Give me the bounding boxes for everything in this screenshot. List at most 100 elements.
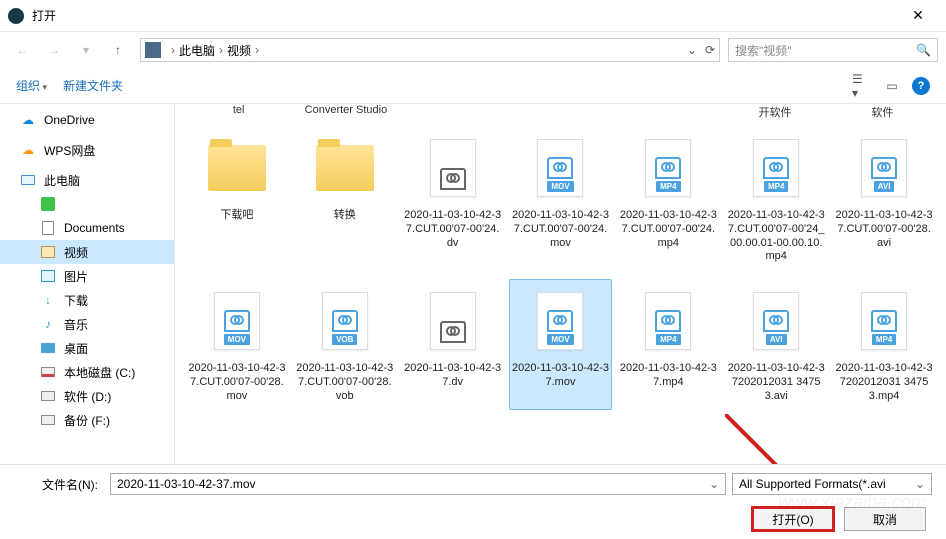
file-label: 下载吧	[220, 209, 253, 223]
sidebar-item-disk-f[interactable]: 备份 (F:)	[0, 408, 174, 432]
back-button[interactable]: ←	[8, 38, 36, 62]
recent-dropdown[interactable]: ▾	[72, 38, 100, 62]
file-item[interactable]: VOB 2020-11-03-10-42-37.CUT.00'07-00'28.v…	[293, 279, 397, 410]
file-item[interactable]: MOV2020-11-03-10-42-37.CUT.00'07-00'24.m…	[509, 126, 613, 271]
file-label: 2020-11-03-10-42-37.CUT.00'07-00'24.mp4	[619, 209, 717, 250]
cloud-icon: ☁	[20, 112, 36, 128]
file-label: 2020-11-03-10-42-37.CUT.00'07-00'24_00.0…	[727, 209, 825, 264]
toolbar: 组织 新建文件夹 ☰ ▾ ▭ ?	[0, 68, 946, 104]
sidebar-item-downloads[interactable]: ↓下载	[0, 288, 174, 312]
annotation-arrow	[725, 414, 905, 464]
file-label: 2020-11-03-10-42-37.mp4	[619, 362, 717, 390]
file-label: 转换	[334, 209, 356, 223]
sidebar-item-onedrive[interactable]: ☁OneDrive	[0, 108, 174, 132]
file-item[interactable]: AVI 2020-11-03-10-42-37202012031 34753.av…	[724, 279, 828, 410]
chevron-down-icon[interactable]: ⌄	[709, 477, 719, 491]
music-icon: ♪	[40, 316, 56, 332]
video-file-icon: MP4	[854, 286, 914, 356]
pc-icon	[20, 172, 36, 188]
file-item[interactable]: 下载吧	[185, 126, 289, 271]
file-item[interactable]: AVI 2020-11-03-10-42-37.CUT.00'07-00'28.a…	[832, 126, 936, 271]
image-icon	[40, 268, 56, 284]
crumb-sep-icon: ›	[255, 43, 259, 57]
video-file-icon: AVI	[854, 133, 914, 203]
file-label: 2020-11-03-10-42-37.CUT.00'07-00'28.vob	[296, 362, 394, 403]
crumb-sep-icon: ›	[219, 43, 223, 57]
cloud-icon: ☁	[20, 142, 36, 158]
close-button[interactable]: ✕	[898, 7, 938, 24]
file-item[interactable]: 2020-11-03-10-42-37.CUT.00'07-00'24.dv	[401, 126, 505, 271]
sidebar-item-this-pc[interactable]: 此电脑	[0, 168, 174, 192]
file-item[interactable]: MOV 2020-11-03-10-42-37.mov	[509, 279, 613, 410]
file-label: 2020-11-03-10-42-37.mov	[512, 362, 610, 390]
help-icon[interactable]: ?	[912, 77, 930, 95]
disk-icon	[40, 388, 56, 404]
new-folder-button[interactable]: 新建文件夹	[63, 77, 123, 94]
file-item[interactable]: MP4 2020-11-03-10-42-37.CUT.00'07-00'24_0…	[724, 126, 828, 271]
folder-icon	[315, 133, 375, 203]
view-mode-button[interactable]: ☰ ▾	[852, 77, 872, 95]
file-pane[interactable]: tel Converter Studio . . . 开软件 软件 下载吧转换2…	[175, 104, 946, 464]
file-item[interactable]: 2020-11-03-10-42-37.dv	[401, 279, 505, 410]
file-label: 2020-11-03-10-42-37.CUT.00'07-00'28.avi	[835, 209, 933, 250]
filename-label: 文件名(N):	[14, 476, 104, 493]
sidebar-item-music[interactable]: ♪音乐	[0, 312, 174, 336]
folder-icon	[207, 133, 267, 203]
sidebar-item-disk-d[interactable]: 软件 (D:)	[0, 384, 174, 408]
file-item[interactable]: MOV 2020-11-03-10-42-37.CUT.00'07-00'28.m…	[185, 279, 289, 410]
sidebar: ☁OneDrive ☁WPS网盘 此电脑 Documents 视频 图片 ↓下载…	[0, 104, 175, 464]
sidebar-item-disk-c[interactable]: 本地磁盘 (C:)	[0, 360, 174, 384]
sidebar-item-videos[interactable]: 视频	[0, 240, 174, 264]
video-file-icon: VOB	[315, 286, 375, 356]
crumb-sep-icon: ›	[171, 43, 175, 57]
preview-pane-button[interactable]: ▭	[882, 77, 902, 95]
disk-icon	[40, 412, 56, 428]
nav-bar: ← → ▾ ↑ › 此电脑 › 视频 › ⌄ ⟳ 搜索"视频" 🔍	[0, 32, 946, 68]
address-dropdown-icon[interactable]: ⌄	[687, 43, 697, 57]
video-file-icon: MP4	[638, 286, 698, 356]
sidebar-item-pictures[interactable]: 图片	[0, 264, 174, 288]
forward-button[interactable]: →	[40, 38, 68, 62]
cancel-button[interactable]: 取消	[844, 507, 926, 531]
file-label: 2020-11-03-10-42-37.CUT.00'07-00'24.mov	[512, 209, 610, 250]
file-label: 2020-11-03-10-42-37.CUT.00'07-00'28.mov	[188, 362, 286, 403]
partial-label: 开软件	[725, 104, 825, 120]
video-file-icon: MP4	[638, 133, 698, 203]
file-item[interactable]: MP4 2020-11-03-10-42-37202012031 34753.mp…	[832, 279, 936, 410]
organize-menu[interactable]: 组织	[16, 77, 47, 94]
file-label: 2020-11-03-10-42-37202012031 34753.avi	[727, 362, 825, 403]
file-item[interactable]: 转换	[293, 126, 397, 271]
chevron-down-icon[interactable]: ⌄	[915, 477, 925, 491]
search-input[interactable]: 搜索"视频" 🔍	[728, 38, 938, 62]
file-item[interactable]: MP4 2020-11-03-10-42-37.CUT.00'07-00'24.m…	[616, 126, 720, 271]
video-file-icon: AVI	[746, 286, 806, 356]
address-bar[interactable]: › 此电脑 › 视频 › ⌄ ⟳	[140, 38, 720, 62]
address-refresh-icon[interactable]: ⟳	[705, 43, 715, 57]
sidebar-item-documents[interactable]: Documents	[0, 216, 174, 240]
video-file-icon: MOV	[207, 286, 267, 356]
filter-label: All Supported Formats(*.avi	[739, 477, 886, 491]
crumb-this-pc[interactable]: 此电脑	[179, 42, 215, 59]
sidebar-item-green[interactable]	[0, 192, 174, 216]
disk-icon	[40, 364, 56, 380]
document-icon	[40, 220, 56, 236]
up-button[interactable]: ↑	[104, 38, 132, 62]
video-file-icon: MOV	[530, 286, 590, 356]
file-label: 2020-11-03-10-42-37202012031 34753.mp4	[835, 362, 933, 403]
file-item[interactable]: MP4 2020-11-03-10-42-37.mp4	[616, 279, 720, 410]
filename-value: 2020-11-03-10-42-37.mov	[117, 477, 256, 491]
sidebar-item-desktop[interactable]: 桌面	[0, 336, 174, 360]
file-type-filter[interactable]: All Supported Formats(*.avi ⌄	[732, 473, 932, 495]
open-button[interactable]: 打开(O)	[752, 507, 834, 531]
crumb-videos[interactable]: 视频	[227, 42, 251, 59]
video-file-icon	[423, 286, 483, 356]
app-icon	[40, 196, 56, 212]
app-icon	[8, 8, 24, 24]
video-file-icon: MP4	[746, 133, 806, 203]
film-icon	[40, 244, 56, 260]
filename-input[interactable]: 2020-11-03-10-42-37.mov ⌄	[110, 473, 726, 495]
titlebar: 打开 ✕	[0, 0, 946, 32]
desktop-icon	[40, 340, 56, 356]
download-icon: ↓	[40, 292, 56, 308]
sidebar-item-wps[interactable]: ☁WPS网盘	[0, 138, 174, 162]
